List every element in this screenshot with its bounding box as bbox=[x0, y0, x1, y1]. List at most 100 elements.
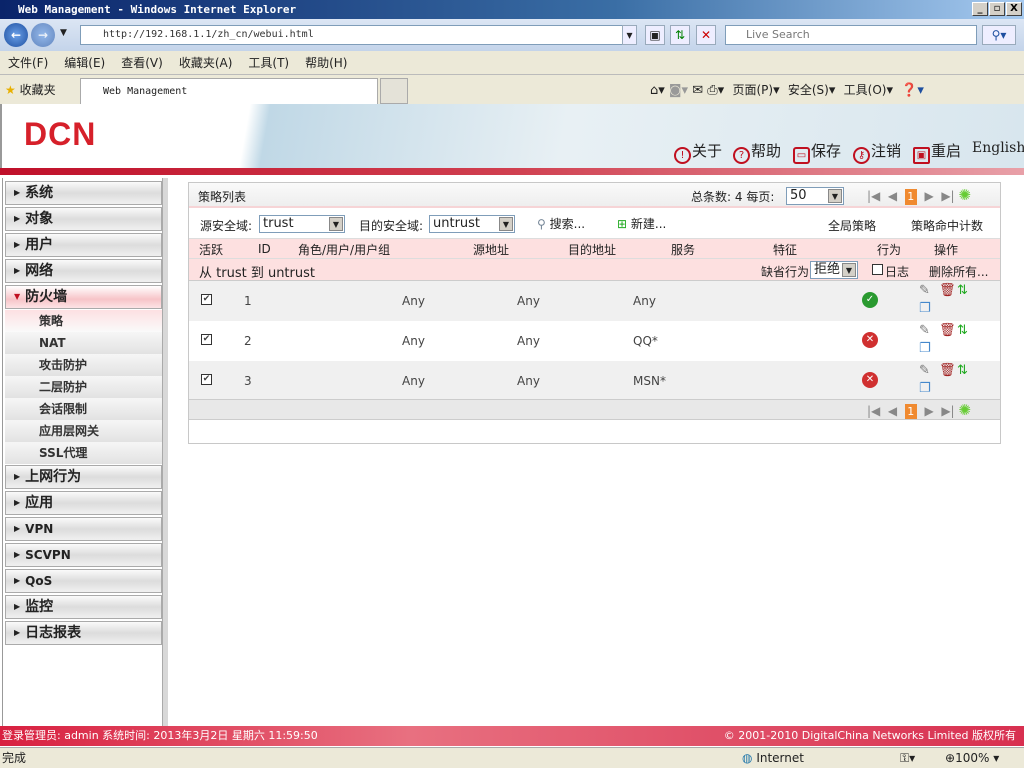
zoom-control[interactable]: ⊕100% ▾ bbox=[945, 748, 999, 769]
menu-tools[interactable]: 工具(T) bbox=[248, 56, 289, 70]
page-menu[interactable]: 页面(P) bbox=[732, 83, 773, 97]
sidebar-item-qos[interactable]: ▶ QoS bbox=[5, 569, 162, 593]
sidebar-item-scvpn[interactable]: ▶ SCVPN bbox=[5, 543, 162, 567]
last-page-icon[interactable]: ▶| bbox=[941, 189, 954, 203]
compat-view-icon[interactable]: ▣ bbox=[645, 25, 665, 45]
tab-web-management[interactable]: Web Management bbox=[80, 78, 378, 104]
copy-icon[interactable]: ❐ bbox=[919, 302, 931, 316]
menu-file[interactable]: 文件(F) bbox=[8, 56, 48, 70]
edit-icon[interactable]: ✎ bbox=[919, 364, 930, 378]
logout-link[interactable]: ⚷ 注销 bbox=[853, 140, 901, 164]
active-checkbox[interactable]: ✔ bbox=[201, 294, 212, 305]
address-dropdown-icon[interactable]: ▾ bbox=[622, 25, 637, 45]
next-page-icon[interactable]: ▶ bbox=[924, 189, 933, 203]
active-checkbox[interactable]: ✔ bbox=[201, 374, 212, 385]
sidebar-sub-policy[interactable]: 策略 bbox=[5, 310, 162, 332]
col-feature: 特征 bbox=[773, 243, 798, 257]
active-checkbox[interactable]: ✔ bbox=[201, 334, 212, 345]
sidebar-item-objects[interactable]: ▶ 对象 bbox=[5, 207, 162, 231]
menu-favorites[interactable]: 收藏夹(A) bbox=[179, 56, 233, 70]
next-page-icon[interactable]: ▶ bbox=[924, 404, 933, 418]
sidebar-item-system[interactable]: ▶ 系统 bbox=[5, 181, 162, 205]
prev-page-icon[interactable]: ◀ bbox=[888, 404, 897, 418]
feeds-icon[interactable]: ◙▾ bbox=[669, 83, 688, 98]
sidebar-sub-nat[interactable]: NAT bbox=[5, 332, 162, 354]
refresh-icon[interactable]: ⇅ bbox=[670, 25, 690, 45]
new-button[interactable]: ⊞ 新建... bbox=[617, 215, 666, 232]
status-bar: 完成 ◍ Internet ⚿▾ ⊕100% ▾ bbox=[0, 747, 1024, 768]
global-policy-link[interactable]: 全局策略 bbox=[828, 217, 876, 234]
back-button[interactable]: ← bbox=[4, 23, 28, 47]
zone-indicator: ◍ Internet bbox=[742, 751, 804, 765]
delete-icon[interactable]: 🗑 bbox=[939, 324, 956, 338]
forward-button[interactable]: → bbox=[31, 23, 55, 47]
per-page-select[interactable]: 50 ▼ bbox=[786, 187, 844, 205]
sidebar-splitter[interactable] bbox=[162, 178, 168, 726]
sidebar-item-network[interactable]: ▶ 网络 bbox=[5, 259, 162, 283]
move-icon[interactable]: ⇅ bbox=[957, 284, 968, 298]
refresh-icon[interactable]: ✺ bbox=[958, 186, 971, 204]
protected-mode-icon[interactable]: ⚿▾ bbox=[900, 748, 915, 769]
move-icon[interactable]: ⇅ bbox=[957, 364, 968, 378]
current-page[interactable]: 1 bbox=[904, 189, 917, 205]
sidebar-item-users[interactable]: ▶ 用户 bbox=[5, 233, 162, 257]
search-input[interactable]: Live Search bbox=[725, 25, 977, 45]
sidebar-item-log-report[interactable]: ▶ 日志报表 bbox=[5, 621, 162, 645]
log-checkbox[interactable] bbox=[872, 264, 883, 275]
src-address: Any bbox=[402, 334, 425, 348]
refresh-icon[interactable]: ✺ bbox=[958, 401, 971, 419]
save-link[interactable]: ▭ 保存 bbox=[793, 140, 841, 164]
sidebar-item-vpn[interactable]: ▶ VPN bbox=[5, 517, 162, 541]
new-tab-button[interactable] bbox=[380, 78, 408, 104]
sidebar-sub-attack-defense[interactable]: 攻击防护 bbox=[5, 354, 162, 376]
sidebar-item-apps[interactable]: ▶ 应用 bbox=[5, 491, 162, 515]
menu-help[interactable]: 帮助(H) bbox=[305, 56, 347, 70]
dst-zone-select[interactable]: untrust ▼ bbox=[429, 215, 515, 233]
delete-all-link[interactable]: 删除所有... bbox=[929, 263, 988, 280]
history-dropdown-icon[interactable]: ▼ bbox=[60, 28, 67, 38]
favorites-button[interactable]: ★ 收藏夹 bbox=[5, 81, 56, 98]
move-icon[interactable]: ⇅ bbox=[957, 324, 968, 338]
sidebar-sub-ssl-proxy[interactable]: SSL代理 bbox=[5, 442, 162, 464]
address-input[interactable]: http://192.168.1.1/zh_cn/webui.html bbox=[80, 25, 637, 45]
close-button[interactable]: X bbox=[1006, 2, 1022, 16]
safety-menu[interactable]: 安全(S) bbox=[788, 83, 829, 97]
edit-icon[interactable]: ✎ bbox=[919, 284, 930, 298]
about-link[interactable]: ! 关于 bbox=[674, 140, 722, 164]
english-link[interactable]: English bbox=[972, 140, 1024, 156]
arrow-right-icon: ▶ bbox=[14, 472, 21, 481]
current-page[interactable]: 1 bbox=[904, 404, 917, 420]
default-action-select[interactable]: 拒绝 ▼ bbox=[810, 261, 858, 279]
reboot-link[interactable]: ▣ 重启 bbox=[913, 140, 961, 164]
copy-icon[interactable]: ❐ bbox=[919, 382, 931, 396]
menu-edit[interactable]: 编辑(E) bbox=[64, 56, 105, 70]
menu-view[interactable]: 查看(V) bbox=[121, 56, 163, 70]
print-icon[interactable]: ⎙▾ bbox=[707, 83, 724, 98]
last-page-icon[interactable]: ▶| bbox=[941, 404, 954, 418]
sidebar-item-firewall[interactable]: ▼ 防火墙 bbox=[5, 285, 162, 309]
src-zone-select[interactable]: trust ▼ bbox=[259, 215, 345, 233]
first-page-icon[interactable]: |◀ bbox=[867, 404, 880, 418]
sidebar-sub-session-limit[interactable]: 会话限制 bbox=[5, 398, 162, 420]
mail-icon[interactable]: ✉ bbox=[692, 83, 703, 98]
sidebar-item-monitor[interactable]: ▶ 监控 bbox=[5, 595, 162, 619]
maximize-button[interactable]: ▫ bbox=[989, 2, 1005, 16]
minimize-button[interactable]: _ bbox=[972, 2, 988, 16]
sidebar-sub-alg[interactable]: 应用层网关 bbox=[5, 420, 162, 442]
sidebar-item-internet-behavior[interactable]: ▶ 上网行为 bbox=[5, 465, 162, 489]
tools-menu[interactable]: 工具(O) bbox=[844, 83, 887, 97]
stop-icon[interactable]: ✕ bbox=[696, 25, 716, 45]
prev-page-icon[interactable]: ◀ bbox=[888, 189, 897, 203]
copy-icon[interactable]: ❐ bbox=[919, 342, 931, 356]
sidebar-sub-l2-defense[interactable]: 二层防护 bbox=[5, 376, 162, 398]
delete-icon[interactable]: 🗑 bbox=[939, 364, 956, 378]
first-page-icon[interactable]: |◀ bbox=[867, 189, 880, 203]
home-icon[interactable]: ⌂▾ bbox=[650, 83, 665, 98]
hit-count-link[interactable]: 策略命中计数 bbox=[911, 217, 983, 234]
search-icon[interactable]: ⚲▾ bbox=[982, 25, 1016, 45]
help-icon[interactable]: ❓▾ bbox=[901, 83, 924, 98]
help-link[interactable]: ? 帮助 bbox=[733, 140, 781, 164]
search-button[interactable]: ⚲ 搜索... bbox=[537, 215, 585, 232]
edit-icon[interactable]: ✎ bbox=[919, 324, 930, 338]
delete-icon[interactable]: 🗑 bbox=[939, 284, 956, 298]
